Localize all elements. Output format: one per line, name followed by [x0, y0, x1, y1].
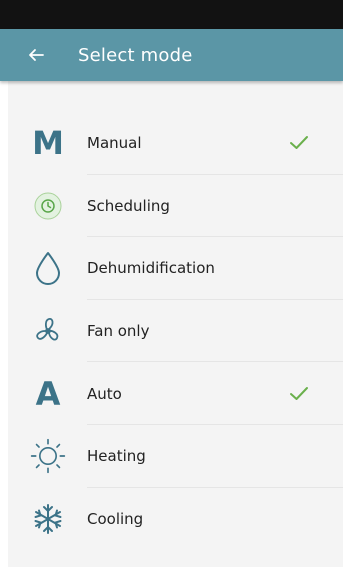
mode-label: Manual	[87, 134, 142, 153]
checkmark-icon	[288, 383, 310, 405]
status-bar	[0, 0, 343, 29]
mode-item-heating[interactable]: Heating	[8, 425, 343, 488]
screen: Select mode M Manual Scheduling Dehumidi…	[0, 0, 343, 567]
back-button[interactable]	[24, 43, 48, 67]
fan-icon	[30, 313, 66, 349]
mode-item-manual[interactable]: M Manual	[8, 112, 343, 175]
mode-item-dehumidification[interactable]: Dehumidification	[8, 237, 343, 300]
mode-label: Auto	[87, 384, 122, 403]
mode-label: Heating	[87, 447, 146, 466]
checkmark-icon	[288, 132, 310, 154]
mode-item-fan-only[interactable]: Fan only	[8, 300, 343, 363]
water-drop-icon	[30, 250, 66, 286]
mode-label: Dehumidification	[87, 259, 215, 278]
mode-item-cooling[interactable]: Cooling	[8, 488, 343, 551]
page-title: Select mode	[78, 44, 193, 66]
clock-circle-icon	[30, 188, 66, 224]
mode-list: M Manual Scheduling Dehumidification Fan…	[8, 112, 343, 550]
sun-icon	[30, 438, 66, 474]
mode-item-scheduling[interactable]: Scheduling	[8, 175, 343, 238]
arrow-left-icon	[29, 49, 44, 61]
app-bar: Select mode	[0, 29, 343, 81]
mode-label: Cooling	[87, 509, 144, 528]
mode-label: Scheduling	[87, 196, 170, 215]
mode-label: Fan only	[87, 322, 150, 341]
snowflake-icon	[30, 501, 66, 537]
manual-icon: M	[32, 124, 64, 163]
mode-item-auto[interactable]: A Auto	[8, 362, 343, 425]
mode-list-container: M Manual Scheduling Dehumidification Fan…	[8, 81, 343, 567]
auto-icon: A	[35, 374, 61, 413]
